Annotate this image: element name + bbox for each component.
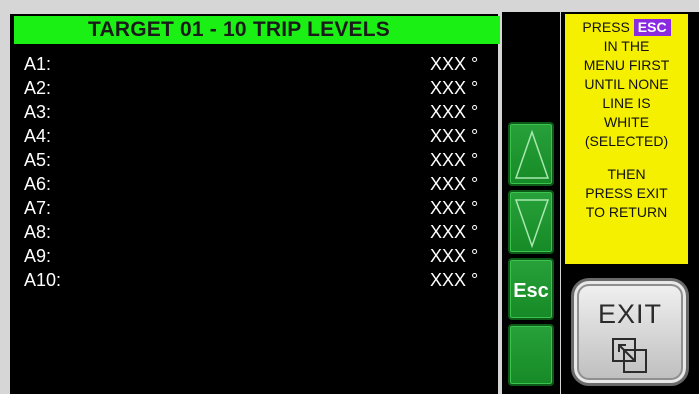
help-line: PRESS EXIT	[585, 185, 668, 201]
triangle-down-icon	[514, 199, 550, 249]
trip-level-value: XXX °	[430, 246, 479, 266]
trip-level-value: XXX °	[430, 198, 479, 218]
list-item[interactable]: A10: XXX °	[22, 268, 492, 292]
trip-level-value: XXX °	[430, 126, 479, 146]
esc-button[interactable]: Esc	[508, 258, 554, 320]
page-title: TARGET 01 - 10 TRIP LEVELS	[14, 16, 500, 44]
list-item[interactable]: A1: XXX °	[22, 52, 492, 76]
help-spacer	[565, 151, 688, 165]
trip-level-label: A3:	[24, 102, 52, 122]
list-item[interactable]: A9: XXX °	[22, 244, 492, 268]
trip-level-value: XXX °	[430, 222, 479, 242]
help-line: LINE IS	[602, 95, 651, 111]
list-item[interactable]: A2: XXX °	[22, 76, 492, 100]
trip-level-label: A5:	[24, 150, 52, 170]
help-line: MENU FIRST	[583, 57, 670, 73]
trip-level-value: XXX °	[430, 270, 479, 290]
help-line: UNTIL NONE	[584, 76, 669, 92]
help-press: PRESS	[582, 19, 630, 35]
help-note: PRESS ESC IN THE MENU FIRST UNTIL NONE L…	[565, 14, 688, 264]
list-item[interactable]: A5: XXX °	[22, 148, 492, 172]
help-line: TO RETURN	[585, 204, 668, 220]
trip-level-label: A10:	[24, 270, 62, 290]
trip-level-list: A1: XXX ° A2: XXX ° A3: XXX ° A4: XXX ° A5: X…	[22, 52, 492, 292]
trip-level-value: XXX °	[430, 150, 479, 170]
exit-button-label: EXIT	[597, 299, 662, 329]
esc-chip: ESC	[633, 19, 671, 36]
trip-level-label: A6:	[24, 174, 52, 194]
list-item[interactable]: A8: XXX °	[22, 220, 492, 244]
help-line: WHITE	[603, 114, 650, 130]
list-item[interactable]: A6: XXX °	[22, 172, 492, 196]
help-line: IN THE	[603, 38, 650, 54]
trip-level-label: A1:	[24, 54, 52, 74]
trip-level-value: XXX °	[430, 174, 479, 194]
list-item[interactable]: A7: XXX °	[22, 196, 492, 220]
page-title-text: TARGET 01 - 10 TRIP LEVELS	[88, 18, 390, 41]
scroll-up-button[interactable]	[508, 122, 554, 186]
trip-level-label: A4:	[24, 126, 52, 146]
trip-level-label: A7:	[24, 198, 52, 218]
triangle-up-icon	[514, 129, 550, 179]
list-item[interactable]: A3: XXX °	[22, 100, 492, 124]
window-restore-icon	[612, 338, 647, 373]
trip-level-value: XXX °	[430, 102, 479, 122]
trip-level-value: XXX °	[430, 78, 479, 98]
help-line: THEN	[607, 166, 646, 182]
trip-level-label: A8:	[24, 222, 52, 242]
trip-level-label: A9:	[24, 246, 52, 266]
list-item[interactable]: A4: XXX °	[22, 124, 492, 148]
exit-button[interactable]: EXIT	[571, 278, 689, 386]
trip-level-label: A2:	[24, 78, 52, 98]
esc-button-label: Esc	[513, 280, 549, 302]
blank-button[interactable]	[508, 324, 554, 386]
help-line: (SELECTED)	[584, 133, 669, 149]
help-line: PRESS ESC	[565, 18, 688, 37]
scroll-down-button[interactable]	[508, 190, 554, 254]
trip-level-value: XXX °	[430, 54, 479, 74]
